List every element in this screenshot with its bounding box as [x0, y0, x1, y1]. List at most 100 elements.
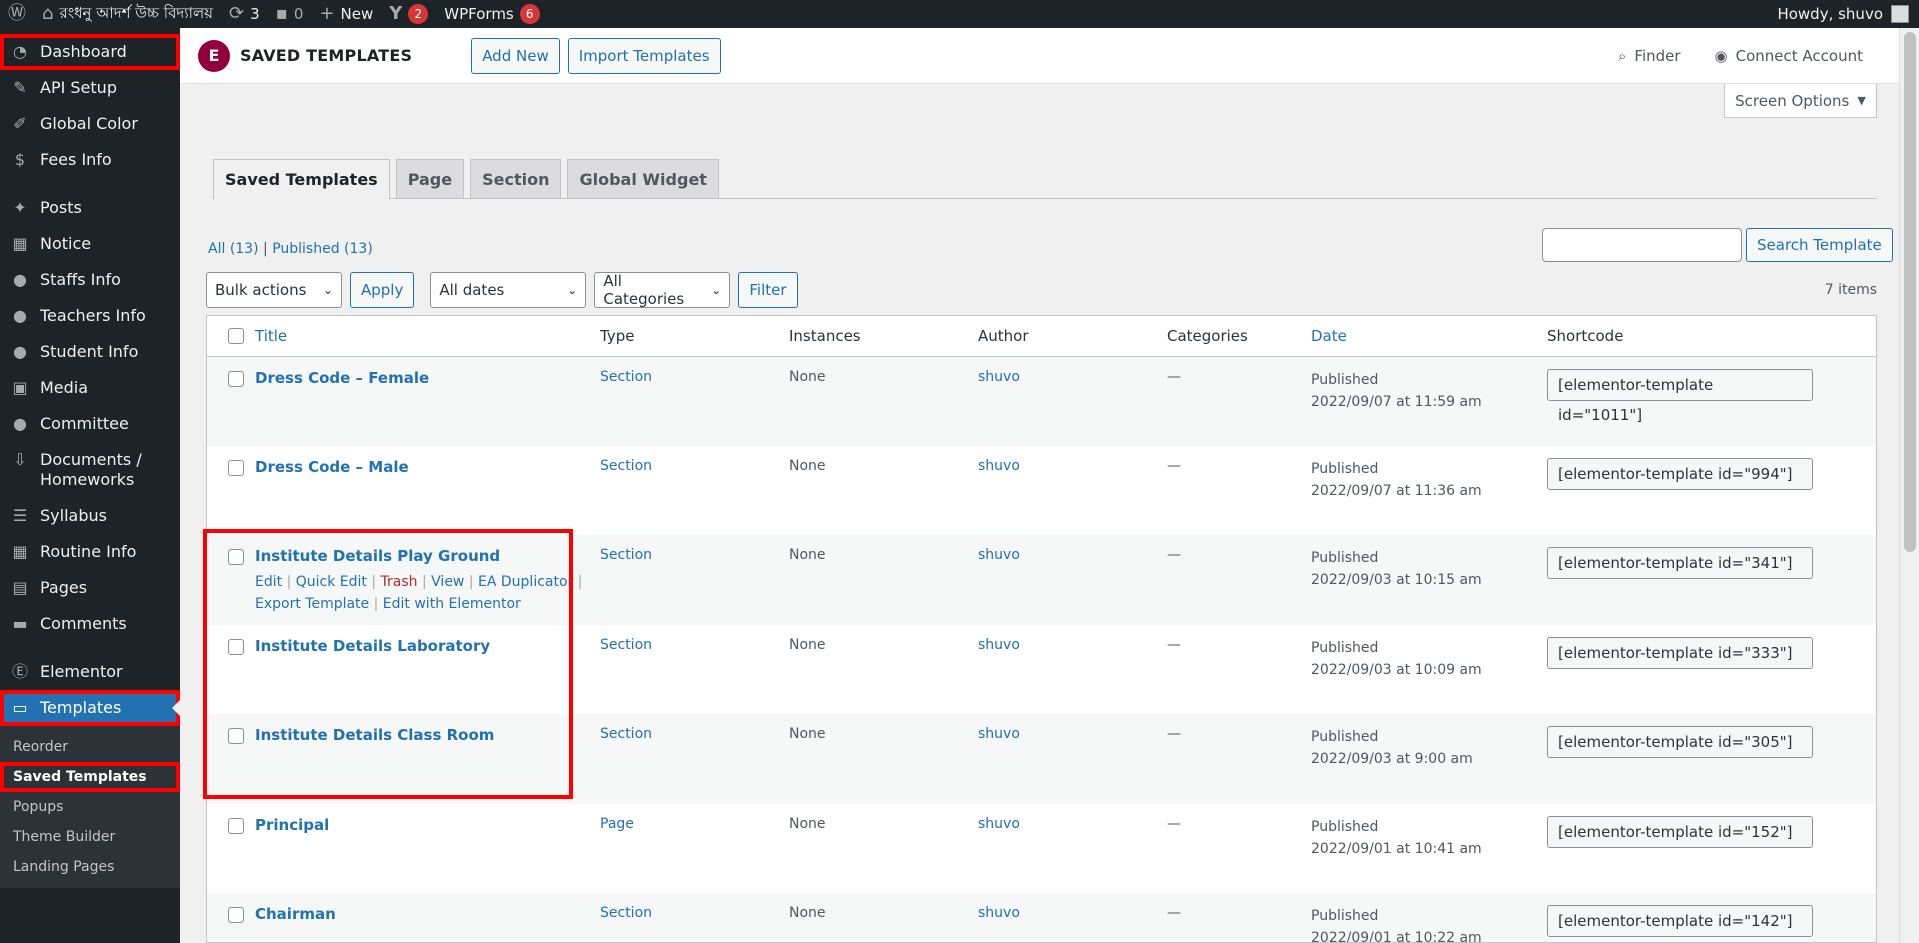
author-link[interactable]: shuvo — [978, 905, 1020, 921]
row-title-link[interactable]: Institute Details Play Ground — [255, 547, 500, 565]
filter-published-link[interactable]: Published (13) — [272, 241, 373, 257]
sidebar-item-student-info[interactable]: ● Student Info — [0, 334, 180, 370]
sidebar-item-committee[interactable]: ● Committee — [0, 406, 180, 442]
new-content-link[interactable]: + New — [311, 0, 381, 28]
type-link[interactable]: Section — [600, 369, 652, 385]
sidebar-item-dashboard[interactable]: ◔ Dashboard — [0, 34, 180, 70]
finder-button[interactable]: ⌕ Finder — [1618, 47, 1681, 65]
type-link[interactable]: Section — [600, 547, 652, 563]
sidebar-item-media[interactable]: ▣ Media — [0, 370, 180, 406]
sidebar-item-api-setup[interactable]: ✎ API Setup — [0, 70, 180, 106]
submenu-reorder[interactable]: Reorder — [0, 732, 180, 762]
scrollbar-thumb[interactable] — [1904, 32, 1916, 552]
row-title-link[interactable]: Principal — [255, 816, 329, 834]
row-checkbox[interactable] — [228, 817, 244, 834]
sidebar-item-templates[interactable]: ▭ Templates — [0, 690, 180, 726]
export-template-link[interactable]: Export Template — [255, 596, 369, 612]
instances-cell: None — [789, 636, 826, 653]
view-link[interactable]: View — [431, 574, 464, 590]
author-link[interactable]: shuvo — [978, 369, 1020, 385]
edit-with-elementor-link[interactable]: Edit with Elementor — [383, 596, 521, 612]
categories-cell: — — [1167, 815, 1181, 832]
row-checkbox[interactable] — [228, 549, 244, 565]
page-scrollbar[interactable] — [1899, 28, 1919, 943]
search-template-button[interactable]: Search Template — [1746, 228, 1893, 262]
search-input[interactable] — [1542, 228, 1742, 262]
sidebar-item-posts[interactable]: ✦ Posts — [0, 190, 180, 226]
filter-all-link[interactable]: All (13) — [208, 241, 259, 257]
tab-global-widget[interactable]: Global Widget — [567, 159, 719, 199]
date-text: 2022/09/03 at 9:00 am — [1311, 751, 1473, 767]
row-title-link[interactable]: Dress Code – Male — [255, 458, 409, 476]
connect-account-button[interactable]: ◉ Connect Account — [1715, 47, 1863, 65]
row-checkbox[interactable] — [228, 370, 244, 387]
sidebar-item-fees-info[interactable]: $ Fees Info — [0, 142, 180, 178]
sidebar-item-routine-info[interactable]: ▦ Routine Info — [0, 534, 180, 570]
submenu-popups[interactable]: Popups — [0, 792, 180, 822]
row-title-link[interactable]: Dress Code – Female — [255, 369, 429, 387]
bulk-actions-select[interactable]: Bulk actions ⌄ — [206, 272, 342, 308]
author-link[interactable]: shuvo — [978, 458, 1020, 474]
row-title-link[interactable]: Institute Details Laboratory — [255, 637, 490, 655]
shortcode-field[interactable]: [elementor-template id="994"] — [1547, 457, 1813, 490]
type-link[interactable]: Section — [600, 458, 652, 474]
type-link[interactable]: Section — [600, 905, 652, 921]
tab-saved-templates[interactable]: Saved Templates — [213, 159, 390, 200]
filter-button[interactable]: Filter — [738, 272, 798, 308]
sidebar-item-global-color[interactable]: ✐ Global Color — [0, 106, 180, 142]
tab-page[interactable]: Page — [395, 159, 465, 199]
shortcode-field[interactable]: [elementor-template id="1011"] — [1547, 368, 1813, 424]
comments-link[interactable]: ▪ 0 — [268, 0, 312, 28]
select-all-checkbox[interactable] — [228, 327, 244, 344]
my-account-link[interactable]: Howdy, shuvo — [1777, 5, 1919, 23]
yoast-link[interactable]: Y2 — [381, 0, 436, 28]
duplicator-link[interactable]: EA Duplicator — [478, 574, 573, 590]
trash-link[interactable]: Trash — [381, 574, 418, 590]
sidebar-item-comments[interactable]: ▬ Comments — [0, 606, 180, 642]
apply-button[interactable]: Apply — [350, 272, 415, 308]
dates-select[interactable]: All dates ⌄ — [430, 272, 587, 308]
sidebar-item-teachers-info[interactable]: ● Teachers Info — [0, 298, 180, 334]
type-link[interactable]: Page — [600, 816, 634, 832]
wp-logo-button[interactable]: Ⓦ — [0, 0, 34, 28]
row-title-link[interactable]: Chairman — [255, 905, 336, 923]
submenu-saved-templates[interactable]: Saved Templates — [0, 762, 180, 792]
shortcode-field[interactable]: [elementor-template id="142"] — [1547, 905, 1813, 937]
row-checkbox[interactable] — [228, 907, 244, 923]
row-checkbox[interactable] — [228, 728, 244, 744]
shortcode-field[interactable]: [elementor-template id="152"] — [1547, 815, 1813, 848]
author-link[interactable]: shuvo — [978, 816, 1020, 832]
row-checkbox[interactable] — [228, 638, 244, 655]
screen-options-button[interactable]: Screen Options ▼ — [1724, 84, 1877, 118]
updates-link[interactable]: ⟳ 3 — [221, 0, 268, 28]
sidebar-item-staffs-info[interactable]: ● Staffs Info — [0, 262, 180, 298]
instances-cell: None — [789, 726, 826, 742]
author-link[interactable]: shuvo — [978, 726, 1020, 742]
categories-select[interactable]: All Categories ⌄ — [594, 272, 731, 308]
column-date[interactable]: Date — [1303, 316, 1539, 357]
submenu-theme-builder[interactable]: Theme Builder — [0, 822, 180, 852]
author-link[interactable]: shuvo — [978, 637, 1020, 653]
edit-link[interactable]: Edit — [255, 574, 282, 590]
shortcode-field[interactable]: [elementor-template id="341"] — [1547, 547, 1813, 579]
import-templates-button[interactable]: Import Templates — [567, 37, 721, 74]
shortcode-field[interactable]: [elementor-template id="305"] — [1547, 726, 1813, 758]
row-checkbox[interactable] — [228, 459, 244, 476]
column-title[interactable]: Title — [247, 316, 592, 357]
sidebar-item-notice[interactable]: ▦ Notice — [0, 226, 180, 262]
site-name-link[interactable]: ⌂ রংধনু আদর্শ উচ্চ বিদ্যালয় — [34, 0, 221, 28]
type-link[interactable]: Section — [600, 726, 652, 742]
wpforms-link[interactable]: WPForms 6 — [436, 0, 547, 28]
sidebar-item-elementor[interactable]: Ⓔ Elementor — [0, 654, 180, 690]
type-link[interactable]: Section — [600, 637, 652, 653]
sidebar-item-syllabus[interactable]: ☰ Syllabus — [0, 498, 180, 534]
sidebar-item-pages[interactable]: ▤ Pages — [0, 570, 180, 606]
quick-edit-link[interactable]: Quick Edit — [296, 574, 367, 590]
tab-section[interactable]: Section — [470, 159, 562, 199]
submenu-landing-pages[interactable]: Landing Pages — [0, 852, 180, 882]
sidebar-item-documents[interactable]: ⇩ Documents / Homeworks — [0, 442, 180, 498]
shortcode-field[interactable]: [elementor-template id="333"] — [1547, 636, 1813, 669]
add-new-button[interactable]: Add New — [471, 37, 560, 74]
row-title-link[interactable]: Institute Details Class Room — [255, 726, 494, 744]
author-link[interactable]: shuvo — [978, 547, 1020, 563]
